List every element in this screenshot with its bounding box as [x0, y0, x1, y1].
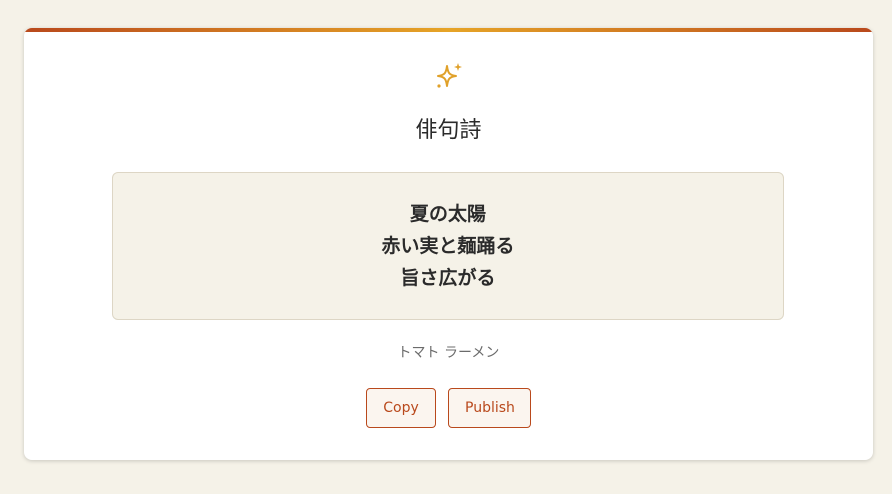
action-buttons: Copy Publish [24, 388, 873, 428]
poem-line-2: 赤い実と麺踊る [381, 235, 515, 257]
poem-box: 夏の太陽 赤い実と麺踊る 旨さ広がる [112, 172, 784, 320]
sparkle-icon [433, 60, 465, 92]
accent-bar [24, 28, 873, 32]
haiku-card: 俳句詩 夏の太陽 赤い実と麺踊る 旨さ広がる トマト ラーメン Copy Pub… [24, 28, 873, 460]
haiku-subject: トマト ラーメン [397, 345, 500, 361]
poem-line-3: 旨さ広がる [400, 267, 496, 289]
poem-line-1: 夏の太陽 [409, 203, 486, 225]
haiku-title: 俳句詩 [415, 118, 482, 143]
publish-button[interactable]: Publish [448, 388, 531, 428]
icon-container [24, 60, 873, 92]
copy-button[interactable]: Copy [366, 388, 436, 428]
